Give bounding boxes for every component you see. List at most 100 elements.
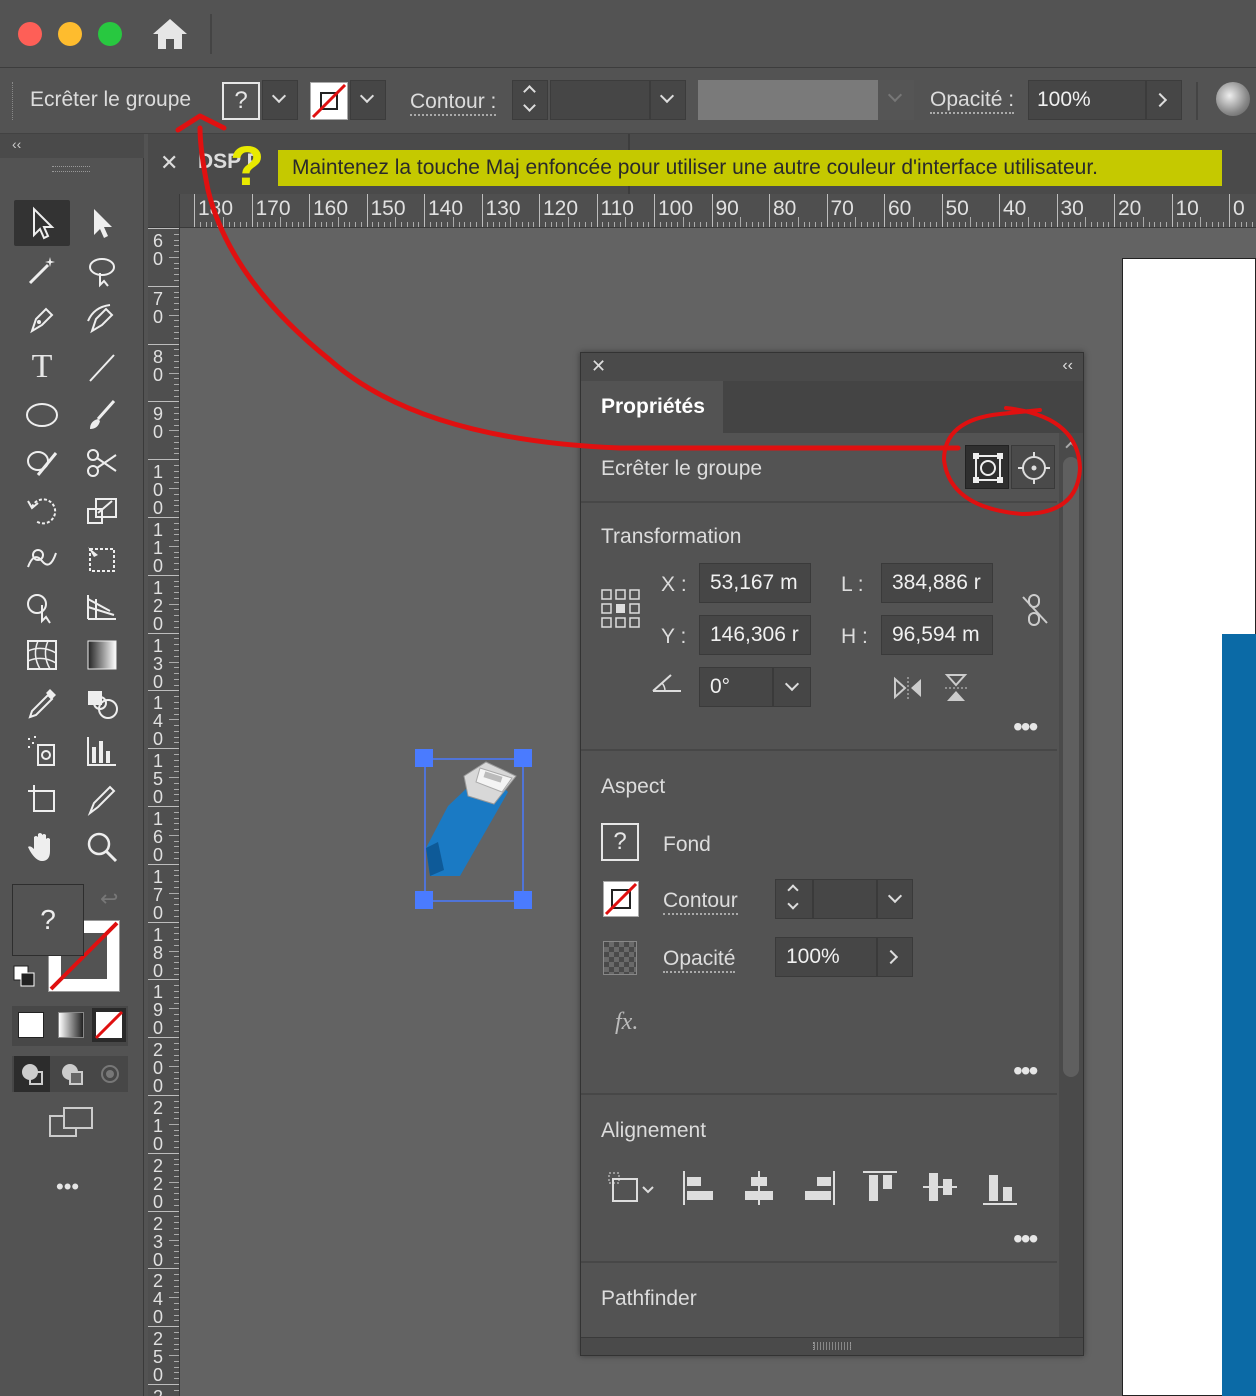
rotate-tool-icon[interactable] [14, 488, 70, 534]
stroke-weight-dropdown[interactable] [877, 879, 913, 919]
selection-handle[interactable] [415, 749, 433, 767]
recolor-artwork-icon[interactable] [1216, 82, 1250, 116]
selection-handle[interactable] [514, 749, 532, 767]
align-horizontal-center-icon[interactable] [741, 1169, 777, 1212]
perspective-grid-tool-icon[interactable] [74, 584, 130, 630]
fill-dropdown[interactable] [262, 80, 298, 120]
variable-width-profile[interactable] [698, 80, 878, 120]
collapse-panel-icon[interactable]: ‹‹ [1062, 357, 1073, 375]
zoom-tool-icon[interactable] [74, 824, 130, 870]
screen-mode-icon[interactable] [48, 1104, 96, 1140]
close-document-icon[interactable]: ✕ [160, 150, 178, 176]
width-input[interactable]: 384,886 r [881, 563, 993, 603]
shape-builder-tool-icon[interactable] [14, 584, 70, 630]
align-left-icon[interactable] [681, 1169, 717, 1212]
selection-tool-icon[interactable] [14, 200, 70, 246]
ruler-origin[interactable] [148, 194, 180, 228]
aspect-more-button[interactable]: ••• [1013, 1055, 1038, 1087]
stroke-dropdown[interactable] [350, 80, 386, 120]
collapse-icon[interactable]: ‹‹ [12, 136, 21, 152]
selection-handle[interactable] [514, 891, 532, 909]
edit-toolbar-button[interactable]: ••• [56, 1174, 79, 1200]
height-input[interactable]: 96,594 m [881, 615, 993, 655]
align-to-selection-icon[interactable] [607, 1171, 657, 1210]
swap-colors-icon[interactable]: ↩ [100, 886, 118, 912]
y-position-input[interactable]: 146,306 r [699, 615, 811, 655]
eyedropper-tool-icon[interactable] [14, 680, 70, 726]
transformation-more-button[interactable]: ••• [1013, 711, 1038, 743]
mesh-tool-icon[interactable] [14, 632, 70, 678]
reference-point-icon[interactable] [601, 589, 641, 629]
type-tool-icon[interactable]: T [14, 344, 70, 390]
vertical-ruler[interactable]: 6 0 7 0 8 0 9 0 1 0 01 1 01 2 01 3 01 4 01 5… [148, 228, 180, 1396]
none-mode-button[interactable] [92, 1008, 126, 1042]
stroke-weight-stepper[interactable] [512, 80, 548, 120]
aspect-fill-swatch[interactable]: ? [601, 823, 639, 861]
scissors-tool-icon[interactable] [74, 440, 130, 486]
opacity-label[interactable]: Opacité : [930, 88, 1015, 114]
gradient-tool-icon[interactable] [74, 632, 130, 678]
panel-scrollbar-thumb[interactable] [1063, 457, 1079, 1077]
aspect-opacity-label[interactable]: Opacité [663, 947, 736, 973]
aspect-opacity-input[interactable]: 100% [775, 937, 877, 977]
home-icon[interactable] [150, 16, 190, 57]
free-transform-tool-icon[interactable] [74, 536, 130, 582]
paintbrush-tool-icon[interactable] [74, 392, 130, 438]
draw-behind-icon[interactable] [54, 1056, 90, 1092]
fill-swatch[interactable]: ? [222, 82, 260, 120]
pen-tool-icon[interactable] [14, 296, 70, 342]
default-colors-icon[interactable] [12, 964, 36, 988]
edit-clipping-path-button[interactable] [965, 445, 1009, 489]
direct-selection-tool-icon[interactable] [74, 200, 130, 246]
tab-properties[interactable]: Propriétés [581, 381, 723, 433]
profile-dropdown[interactable] [878, 80, 914, 120]
align-vertical-center-icon[interactable] [921, 1169, 959, 1210]
column-graph-tool-icon[interactable] [74, 728, 130, 774]
align-top-icon[interactable] [861, 1169, 899, 1210]
curvature-tool-icon[interactable] [74, 296, 130, 342]
draw-normal-icon[interactable] [14, 1056, 50, 1092]
stroke-weight-input[interactable] [550, 80, 650, 120]
flip-horizontal-icon[interactable] [893, 675, 923, 706]
lasso-tool-icon[interactable] [74, 248, 130, 294]
shaper-tool-icon[interactable] [14, 440, 70, 486]
hand-tool-icon[interactable] [14, 824, 70, 870]
color-mode-button[interactable] [18, 1012, 44, 1038]
opacity-expand-button[interactable] [877, 937, 913, 977]
selection-handle[interactable] [415, 891, 433, 909]
draw-inside-icon[interactable] [92, 1056, 128, 1092]
stroke-weight-input[interactable] [813, 879, 877, 919]
ellipse-tool-icon[interactable] [14, 392, 70, 438]
stroke-weight-dropdown[interactable] [650, 80, 686, 120]
contour-label[interactable]: Contour : [410, 90, 497, 116]
align-bottom-icon[interactable] [981, 1169, 1019, 1212]
selected-usb-c-object[interactable] [424, 758, 524, 902]
blend-tool-icon[interactable] [74, 680, 130, 726]
magic-wand-tool-icon[interactable] [14, 248, 70, 294]
scale-tool-icon[interactable] [74, 488, 130, 534]
zoom-window-button[interactable] [98, 22, 122, 46]
constrain-proportions-icon[interactable] [1019, 593, 1051, 632]
warp-tool-icon[interactable] [14, 536, 70, 582]
aspect-contour-label[interactable]: Contour [663, 889, 738, 915]
fill-color-swatch[interactable]: ? [12, 884, 84, 956]
rotate-angle-input[interactable]: 0° [699, 667, 773, 707]
artboard-tool-icon[interactable] [14, 776, 70, 822]
flip-vertical-icon[interactable] [943, 673, 969, 708]
edit-contents-button[interactable] [1011, 445, 1055, 489]
opacity-expand-button[interactable] [1146, 80, 1182, 120]
stroke-swatch[interactable] [310, 82, 348, 120]
line-tool-icon[interactable] [74, 344, 130, 390]
aspect-stroke-swatch[interactable] [603, 881, 639, 917]
effects-button[interactable]: fx. [615, 1009, 638, 1036]
close-window-button[interactable] [18, 22, 42, 46]
symbol-sprayer-tool-icon[interactable] [14, 728, 70, 774]
rotate-angle-dropdown[interactable] [773, 667, 811, 707]
panel-resize-grip[interactable] [813, 1342, 851, 1350]
toolbox-grip[interactable] [52, 166, 90, 172]
minimize-window-button[interactable] [58, 22, 82, 46]
opacity-input[interactable]: 100% [1028, 80, 1146, 120]
gradient-mode-button[interactable] [58, 1012, 84, 1038]
horizontal-ruler[interactable]: 180 170 160 150 140 130 120 110 100 90 80 70 60 50 40 3… [148, 194, 1256, 228]
grip-handle[interactable] [12, 82, 15, 120]
